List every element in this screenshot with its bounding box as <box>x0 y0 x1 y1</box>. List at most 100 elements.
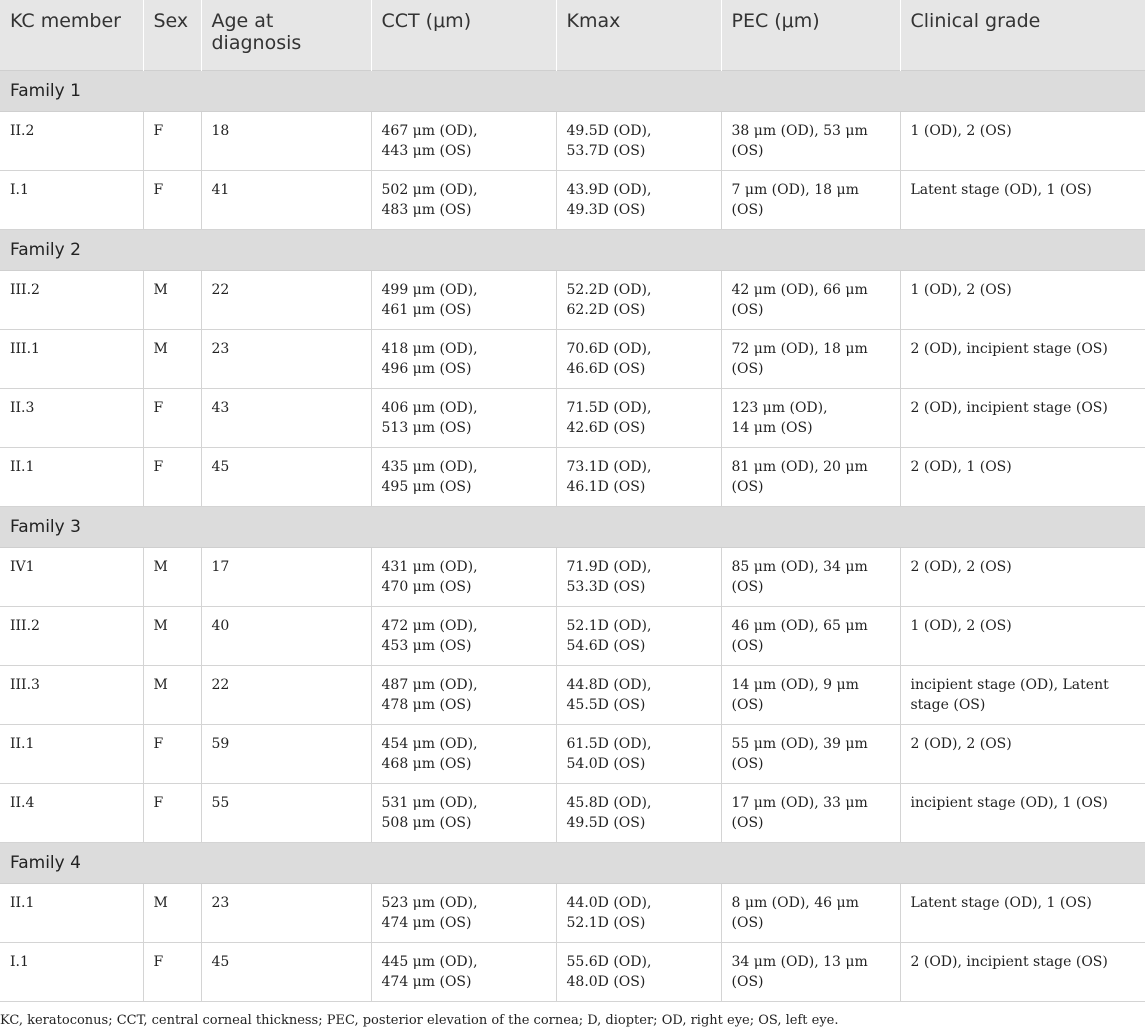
family-group-row: Family 3 <box>0 505 1145 548</box>
cell-clinical-grade-line: incipient stage (OD), 1 (OS) <box>910 794 1108 811</box>
cell-kmax: 52.2D (OD), 62.2D (OS) <box>556 270 722 330</box>
cell-pec-line: 123 μm (OD), <box>731 399 828 416</box>
cell-kmax-line: 44.0D (OD), <box>566 894 652 911</box>
cell-kmax-line: 71.9D (OD), <box>566 558 652 575</box>
header-pec: PEC (μm) <box>721 0 901 70</box>
cell-kmax-line: 62.2D (OS) <box>566 301 646 318</box>
cell-cct-line: 513 μm (OS) <box>381 419 472 436</box>
cell-cct-line: 461 μm (OS) <box>381 301 472 318</box>
cell-kc-member: II.3 <box>0 388 144 448</box>
cell-kmax: 45.8D (OD), 49.5D (OS) <box>556 783 722 843</box>
cell-kmax-line: 53.3D (OS) <box>566 578 646 595</box>
cell-sex: F <box>143 170 202 230</box>
cell-age: 55 <box>201 783 372 843</box>
cell-pec-line: 46 μm (OD), 65 μm (OS) <box>731 617 868 654</box>
cell-pec: 38 μm (OD), 53 μm (OS) <box>721 111 901 171</box>
cell-pec-line: 55 μm (OD), 39 μm (OS) <box>731 735 868 772</box>
cell-kc-member: II.2 <box>0 111 144 171</box>
cell-kmax: 70.6D (OD), 46.6D (OS) <box>556 329 722 389</box>
cell-kc-member: II.1 <box>0 883 144 943</box>
cell-kmax: 43.9D (OD), 49.3D (OS) <box>556 170 722 230</box>
table-row: III.2 M 22 499 μm (OD), 461 μm (OS) 52.2D (OD… <box>0 270 1145 330</box>
header-kmax: Kmax <box>556 0 722 70</box>
cell-cct-line: 496 μm (OS) <box>381 360 472 377</box>
cell-age: 18 <box>201 111 372 171</box>
cell-cct-line: 478 μm (OS) <box>381 696 472 713</box>
cell-clinical-grade-line: 1 (OD), 2 (OS) <box>910 617 1012 634</box>
cell-pec: 85 μm (OD), 34 μm (OS) <box>721 547 901 607</box>
cell-clinical-grade: 2 (OD), incipient stage (OS) <box>900 942 1145 1002</box>
cell-sex: M <box>143 270 202 330</box>
table-row: IV1 M 17 431 μm (OD), 470 μm (OS) 71.9D (OD),… <box>0 547 1145 607</box>
cell-clinical-grade-line: 1 (OD), 2 (OS) <box>910 281 1012 298</box>
family-group-row: Family 2 <box>0 228 1145 271</box>
cell-pec: 55 μm (OD), 39 μm (OS) <box>721 724 901 784</box>
cell-kmax-line: 52.1D (OD), <box>566 617 652 634</box>
table-row: II.1 M 23 523 μm (OD), 474 μm (OS) 44.0D (OD)… <box>0 883 1145 943</box>
cell-age: 41 <box>201 170 372 230</box>
cell-cct: 467 μm (OD), 443 μm (OS) <box>371 111 557 171</box>
family-label: Family 2 <box>0 228 1145 271</box>
cell-pec-line: 8 μm (OD), 46 μm (OS) <box>731 894 859 931</box>
header-kc-member: KC member <box>0 0 144 70</box>
cell-age: 59 <box>201 724 372 784</box>
cell-cct: 531 μm (OD), 508 μm (OS) <box>371 783 557 843</box>
cell-clinical-grade-line: 2 (OD), incipient stage (OS) <box>910 953 1108 970</box>
cell-cct-line: 508 μm (OS) <box>381 814 472 831</box>
table-row: II.1 F 59 454 μm (OD), 468 μm (OS) 61.5D (OD)… <box>0 724 1145 784</box>
cell-cct: 523 μm (OD), 474 μm (OS) <box>371 883 557 943</box>
cell-pec-line: 42 μm (OD), 66 μm (OS) <box>731 281 868 318</box>
cell-clinical-grade: 1 (OD), 2 (OS) <box>900 270 1145 330</box>
cell-kmax-line: 54.0D (OS) <box>566 755 646 772</box>
cell-kmax-line: 46.1D (OS) <box>566 478 646 495</box>
table-header-row: KC member Sex Age at diagnosis CCT (μm) … <box>0 0 1145 70</box>
cell-clinical-grade: 2 (OD), incipient stage (OS) <box>900 388 1145 448</box>
cell-kmax-line: 54.6D (OS) <box>566 637 646 654</box>
cell-cct: 502 μm (OD), 483 μm (OS) <box>371 170 557 230</box>
table-row: II.3 F 43 406 μm (OD), 513 μm (OS) 71.5D (OD)… <box>0 388 1145 448</box>
cell-sex: M <box>143 883 202 943</box>
table-body: Family 1 II.2 F 18 467 μm (OD), 443 μm (OS) 49… <box>0 69 1145 1002</box>
cell-kc-member: I.1 <box>0 170 144 230</box>
cell-kc-member: III.3 <box>0 665 144 725</box>
header-age-at-diagnosis: Age at diagnosis <box>201 0 372 70</box>
table-row: I.1 F 45 445 μm (OD), 474 μm (OS) 55.6D (OD),… <box>0 942 1145 1002</box>
cell-clinical-grade: 1 (OD), 2 (OS) <box>900 606 1145 666</box>
cell-kmax: 49.5D (OD), 53.7D (OS) <box>556 111 722 171</box>
cell-pec-line: 34 μm (OD), 13 μm (OS) <box>731 953 868 990</box>
cell-sex: M <box>143 606 202 666</box>
cell-clinical-grade-line: incipient stage (OD), Latent <box>910 676 1109 693</box>
cell-clinical-grade: incipient stage (OD), Latent stage (OS) <box>900 665 1145 725</box>
cell-age: 17 <box>201 547 372 607</box>
cell-age: 22 <box>201 665 372 725</box>
cell-kmax-line: 45.8D (OD), <box>566 794 652 811</box>
cell-pec-line: 72 μm (OD), 18 μm (OS) <box>731 340 868 377</box>
cell-kmax: 61.5D (OD), 54.0D (OS) <box>556 724 722 784</box>
cell-kmax-line: 42.6D (OS) <box>566 419 646 436</box>
table-row: I.1 F 41 502 μm (OD), 483 μm (OS) 43.9D (OD),… <box>0 170 1145 230</box>
header-clinical-grade: Clinical grade <box>900 0 1145 70</box>
family-group-row: Family 1 <box>0 69 1145 112</box>
cell-pec-line: 81 μm (OD), 20 μm (OS) <box>731 458 868 495</box>
cell-kmax: 44.8D (OD), 45.5D (OS) <box>556 665 722 725</box>
cell-kc-member: II.1 <box>0 724 144 784</box>
cell-sex: F <box>143 942 202 1002</box>
cell-kmax-line: 49.3D (OS) <box>566 201 646 218</box>
cell-cct: 445 μm (OD), 474 μm (OS) <box>371 942 557 1002</box>
cell-clinical-grade: 2 (OD), incipient stage (OS) <box>900 329 1145 389</box>
cell-cct-line: 487 μm (OD), <box>381 676 478 693</box>
cell-kmax: 55.6D (OD), 48.0D (OS) <box>556 942 722 1002</box>
cell-cct: 435 μm (OD), 495 μm (OS) <box>371 447 557 507</box>
cell-cct-line: 468 μm (OS) <box>381 755 472 772</box>
cell-clinical-grade: 2 (OD), 2 (OS) <box>900 547 1145 607</box>
cell-clinical-grade-line: stage (OS) <box>910 696 986 713</box>
cell-kc-member: II.4 <box>0 783 144 843</box>
cell-cct-line: 435 μm (OD), <box>381 458 478 475</box>
cell-cct-line: 406 μm (OD), <box>381 399 478 416</box>
family-group-row: Family 4 <box>0 841 1145 884</box>
cell-pec: 72 μm (OD), 18 μm (OS) <box>721 329 901 389</box>
cell-cct-line: 495 μm (OS) <box>381 478 472 495</box>
cell-cct: 487 μm (OD), 478 μm (OS) <box>371 665 557 725</box>
cell-kc-member: II.1 <box>0 447 144 507</box>
cell-clinical-grade-line: 2 (OD), incipient stage (OS) <box>910 340 1108 357</box>
